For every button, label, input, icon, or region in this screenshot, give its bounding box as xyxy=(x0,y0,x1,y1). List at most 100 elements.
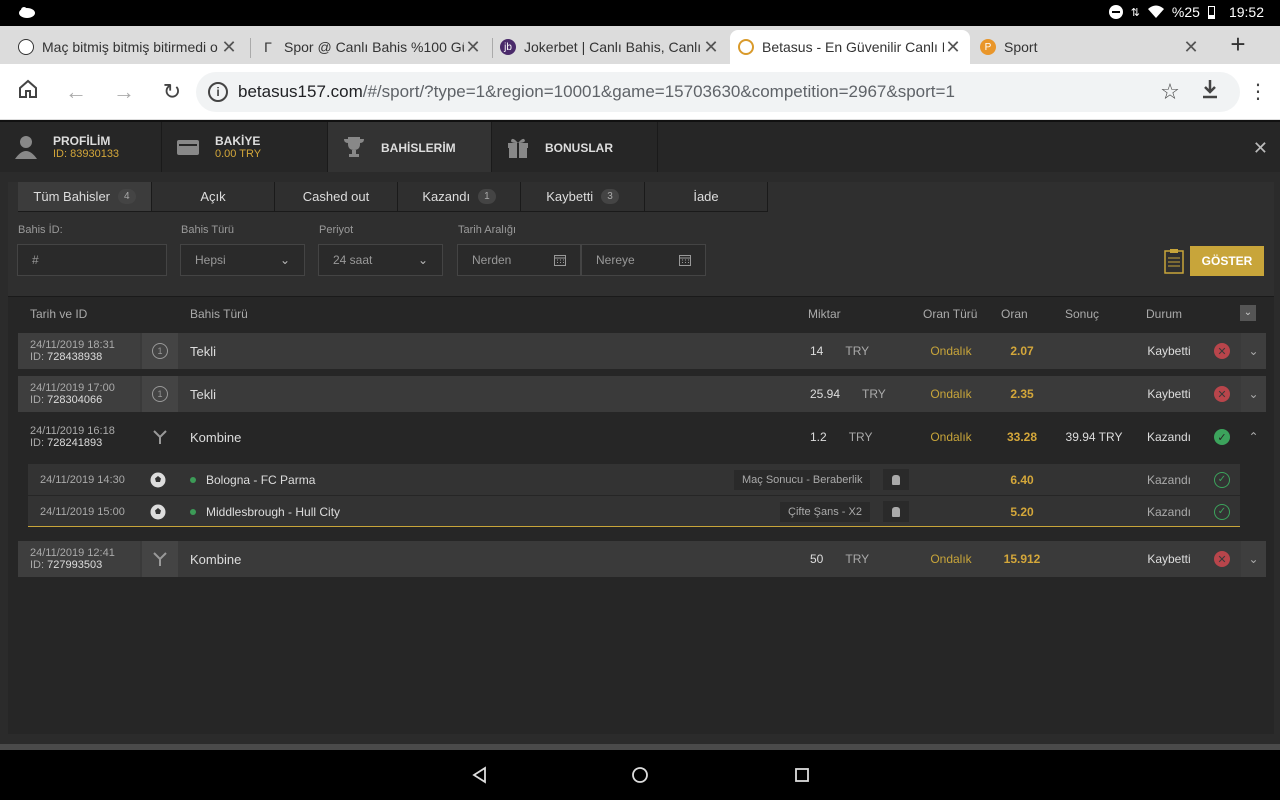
close-tab-icon[interactable]: ✕ xyxy=(702,37,720,58)
bets-panel: Tüm Bahisler 4 Açık Cashed out Kazandı 1 K… xyxy=(8,182,1274,734)
notification-icon xyxy=(19,7,35,18)
site-logo-icon: Γ xyxy=(264,39,272,55)
info-lock-icon xyxy=(892,506,900,517)
home-button[interactable] xyxy=(14,78,42,106)
betasus-logo-icon xyxy=(738,39,754,55)
soccer-ball-icon xyxy=(18,39,34,55)
selection-row: 24/11/2019 15:00 Middlesbrough - Hull Ci… xyxy=(28,496,1240,527)
market-badge: Çifte Şans - X2 xyxy=(780,501,870,522)
won-outline-icon: ✓ xyxy=(1214,471,1230,488)
back-button[interactable]: ← xyxy=(62,78,90,106)
balance-value: 0.00 TRY xyxy=(215,148,262,160)
jokerbet-logo-icon: jb xyxy=(500,39,516,55)
nav-bonuses[interactable]: BONUSLAR xyxy=(492,122,658,172)
nav-balance[interactable]: BAKİYE 0.00 TRY xyxy=(162,122,328,172)
filter-tab-all[interactable]: Tüm Bahisler 4 xyxy=(18,182,152,212)
data-arrows-icon: ⇅ xyxy=(1130,6,1140,19)
back-triangle-icon[interactable] xyxy=(470,765,490,785)
filter-tab-won[interactable]: Kazandı 1 xyxy=(398,182,521,212)
close-panel-icon[interactable]: ✕ xyxy=(1253,138,1268,159)
won-icon: ✓ xyxy=(1214,429,1230,445)
tab-title: Maç bitmiş bitmiş bitirmedi o xyxy=(42,39,218,55)
reload-button[interactable]: ↻ xyxy=(158,78,186,106)
lost-icon: ✕ xyxy=(1214,551,1230,567)
my-bets-label: BAHİSLERİM xyxy=(381,141,456,155)
browser-tab-1[interactable]: Maç bitmiş bitmiş bitirmedi o ✕ xyxy=(10,30,246,64)
calendar-icon xyxy=(554,255,566,266)
table-row[interactable]: 24/11/2019 18:31 ID: 728438938 1 Tekli 14… xyxy=(18,333,1266,369)
table-row[interactable]: 24/11/2019 17:00 ID: 728304066 1 Tekli 25… xyxy=(18,376,1266,412)
browser-tab-5[interactable]: P Sport ✕ xyxy=(972,30,1208,64)
soccer-ball-icon xyxy=(150,472,166,487)
collapse-chevron-icon[interactable]: ⌃ xyxy=(1241,419,1266,455)
filter-tab-open[interactable]: Açık xyxy=(152,182,275,212)
android-nav-bar xyxy=(0,750,1280,800)
filter-tab-cashed-out[interactable]: Cashed out xyxy=(275,182,398,212)
home-circle-icon[interactable] xyxy=(630,765,650,785)
table-row[interactable]: 24/11/2019 12:41 ID: 727993503 Kombine 50… xyxy=(18,541,1266,577)
recents-square-icon[interactable] xyxy=(792,765,812,785)
chevron-down-icon: ⌄ xyxy=(279,253,290,267)
header-result: Sonuç xyxy=(1065,307,1100,321)
tab-title: Betasus - En Güvenilir Canlı B xyxy=(762,39,944,55)
clipboard-icon[interactable] xyxy=(1164,248,1184,274)
trophy-icon xyxy=(344,137,364,157)
bet-type-label: Bahis Türü xyxy=(181,224,234,236)
count-badge: 1 xyxy=(478,189,496,204)
status-bar: ⇅ %25 19:52 xyxy=(0,0,1280,26)
info-icon[interactable]: i xyxy=(208,82,228,102)
browser-tab-2[interactable]: Γ Spor @ Canlı Bahis %100 Gü ✕ xyxy=(252,30,490,64)
date-from-input[interactable]: Nerden xyxy=(457,244,581,276)
close-tab-icon[interactable]: ✕ xyxy=(220,37,238,58)
chevron-down-icon: ⌄ xyxy=(417,253,428,267)
tab-title: Sport xyxy=(1004,39,1038,55)
sport-logo-icon: P xyxy=(980,39,996,55)
show-button[interactable]: GÖSTER xyxy=(1190,246,1264,276)
calendar-icon xyxy=(679,255,691,266)
expand-chevron-icon[interactable]: ⌄ xyxy=(1241,541,1266,577)
new-tab-button[interactable]: + xyxy=(1224,30,1252,58)
address-bar[interactable]: i betasus157.com/#/sport/?type=1&region=… xyxy=(196,72,1240,112)
tab-strip: Maç bitmiş bitmiş bitirmedi o ✕ Γ Spor @… xyxy=(0,26,1280,64)
account-nav: PROFİLİM ID: 83930133 BAKİYE 0.00 TRY BA… xyxy=(0,120,1280,172)
forward-button[interactable]: → xyxy=(110,78,138,106)
collapse-all-button[interactable]: ⌄ xyxy=(1240,305,1256,321)
nav-my-bets[interactable]: BAHİSLERİM xyxy=(328,122,492,172)
period-select[interactable]: 24 saat ⌄ xyxy=(318,244,443,276)
browser-tab-3[interactable]: jb Jokerbet | Canlı Bahis, Canlı ( ✕ xyxy=(492,30,728,64)
bonuses-label: BONUSLAR xyxy=(545,141,613,155)
filter-tab-refund[interactable]: İade xyxy=(645,182,768,212)
selection-row: 24/11/2019 14:30 Bologna - FC Parma Maç … xyxy=(28,464,1240,495)
betting-site: PROFİLİM ID: 83930133 BAKİYE 0.00 TRY BA… xyxy=(0,120,1280,750)
close-tab-icon[interactable]: ✕ xyxy=(944,37,962,58)
bet-id-input[interactable]: # xyxy=(17,244,167,276)
home-icon xyxy=(19,79,37,98)
filter-tab-lost[interactable]: Kaybetti 3 xyxy=(521,182,645,212)
count-badge: 4 xyxy=(118,189,136,204)
download-button[interactable] xyxy=(1196,78,1224,106)
close-tab-icon[interactable]: ✕ xyxy=(464,37,482,58)
wallet-icon xyxy=(177,140,199,155)
bookmark-star-icon[interactable]: ☆ xyxy=(1156,78,1184,106)
soccer-ball-icon xyxy=(150,504,166,519)
header-bet-type: Bahis Türü xyxy=(190,307,248,321)
menu-icon[interactable]: ⋮ xyxy=(1244,78,1272,106)
period-label: Periyot xyxy=(319,224,354,236)
date-range-label: Tarih Aralığı xyxy=(458,224,517,236)
nav-profile[interactable]: PROFİLİM ID: 83930133 xyxy=(0,122,162,172)
table-row-expanded[interactable]: 24/11/2019 16:18 ID: 728241893 Kombine 1.… xyxy=(18,419,1266,455)
download-icon xyxy=(1203,80,1217,99)
lost-icon: ✕ xyxy=(1214,343,1230,359)
expand-chevron-icon[interactable]: ⌄ xyxy=(1241,376,1266,412)
combo-bet-icon xyxy=(153,430,167,444)
lost-icon: ✕ xyxy=(1214,386,1230,402)
tab-title: Spor @ Canlı Bahis %100 Gü xyxy=(284,39,464,55)
browser-tab-4-active[interactable]: Betasus - En Güvenilir Canlı B ✕ xyxy=(730,30,970,64)
bet-type-select[interactable]: Hepsi ⌄ xyxy=(180,244,305,276)
date-to-input[interactable]: Nereye xyxy=(581,244,706,276)
close-tab-icon[interactable]: ✕ xyxy=(1182,37,1200,58)
expand-chevron-icon[interactable]: ⌄ xyxy=(1241,333,1266,369)
header-odds-type: Oran Türü xyxy=(923,307,978,321)
balance-label: BAKİYE xyxy=(215,134,261,148)
single-bet-icon: 1 xyxy=(152,386,168,402)
